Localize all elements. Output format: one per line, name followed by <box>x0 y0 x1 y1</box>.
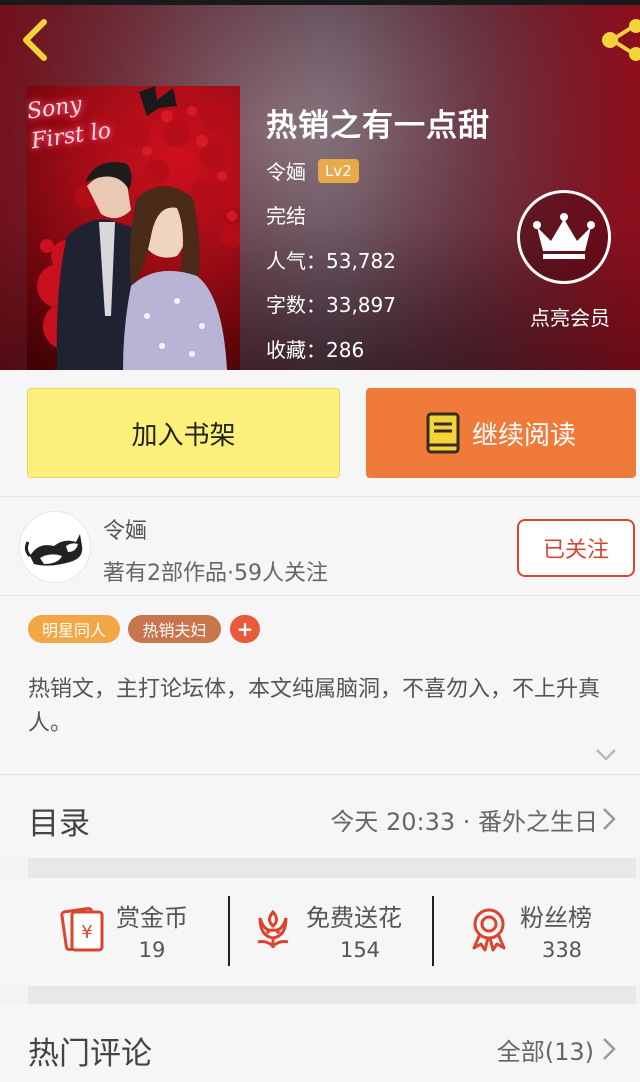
chevron-left-icon <box>23 19 47 61</box>
author-card-stats: 著有2部作品·59人关注 <box>103 561 328 586</box>
stat-value: 338 <box>541 938 583 962</box>
fans-rank-stat[interactable]: 粉丝榜 338 <box>434 878 640 986</box>
cat-avatar-icon <box>24 534 83 566</box>
book-title: 热销之有一点甜 <box>266 108 490 144</box>
chevron-down-icon[interactable] <box>594 747 618 763</box>
follow-button[interactable]: 已关注 <box>517 519 635 577</box>
section-divider <box>28 858 636 878</box>
flower-icon <box>257 909 289 948</box>
author-line: 令婳 Lv2 <box>266 156 359 185</box>
vip-button[interactable] <box>517 190 611 284</box>
hot-comments-row[interactable]: 热门评论 全部(13) <box>0 1004 640 1082</box>
chevron-right-icon <box>603 1038 616 1060</box>
reward-coins-stat[interactable]: ¥ 赏金币 19 <box>0 878 228 986</box>
svg-text:¥: ¥ <box>81 922 92 943</box>
stat-value: 19 <box>138 938 166 962</box>
tag-item[interactable]: 热销夫妇 <box>128 615 221 643</box>
section-divider <box>28 986 636 1006</box>
catalog-row[interactable]: 目录 今天 20:33 · 番外之生日 <box>0 776 640 858</box>
send-flowers-stat[interactable]: 免费送花 154 <box>230 878 432 986</box>
stat-value: 154 <box>339 938 381 962</box>
book-icon <box>426 412 460 454</box>
stat-label: 赏金币 <box>116 904 188 932</box>
stat-label: 免费送花 <box>306 904 402 932</box>
tag-item[interactable]: 明星同人 <box>28 615 120 643</box>
book-description: 热销文，主打论坛体，本文纯属脑洞，不喜勿入，不上升真人。 <box>28 677 601 736</box>
red-envelope-yen-icon: ¥ <box>60 906 104 952</box>
avatar[interactable] <box>19 511 91 583</box>
author-card-name[interactable]: 令婳 <box>103 513 147 545</box>
favorites-text: 收藏：286 <box>266 338 365 362</box>
add-to-shelf-button[interactable]: 加入书架 <box>27 388 340 478</box>
author-card[interactable]: 令婳 著有2部作品·59人关注 已关注 <box>0 496 640 596</box>
author-name[interactable]: 令婳 <box>266 156 306 185</box>
catalog-label: 目录 <box>28 806 90 842</box>
crown-icon <box>533 213 595 259</box>
all-comments-link[interactable]: 全部(13) <box>497 1032 594 1067</box>
status-text: 完结 <box>266 204 306 228</box>
status-bar-strip <box>0 0 640 5</box>
stats-row: ¥ 赏金币 19 免费送花 154 粉丝榜 338 <box>0 878 640 986</box>
vip-label: 点亮会员 <box>530 306 610 330</box>
back-button[interactable] <box>12 14 60 66</box>
ribbon-medal-icon <box>472 908 506 952</box>
chevron-right-icon <box>603 808 616 830</box>
latest-chapter[interactable]: 今天 20:33 · 番外之生日 <box>330 802 598 837</box>
level-badge: Lv2 <box>318 158 359 183</box>
popularity-text: 人气：53,782 <box>266 249 396 273</box>
stat-label: 粉丝榜 <box>520 904 592 932</box>
hot-comments-label: 热门评论 <box>28 1036 152 1072</box>
tags-section: 明星同人 热销夫妇 + 热销文，主打论坛体，本文纯属脑洞，不喜勿入，不上升真人。 <box>0 597 640 775</box>
share-icon <box>602 19 640 61</box>
book-header: Sony First lo 热销之有一点甜 令婳 Lv2 完结 人气：53,78… <box>0 0 640 370</box>
continue-reading-button[interactable]: 继续阅读 <box>366 388 636 478</box>
action-row: 加入书架 继续阅读 <box>0 370 640 496</box>
add-tag-button[interactable]: + <box>230 615 260 643</box>
continue-reading-label: 继续阅读 <box>471 420 576 451</box>
book-cover[interactable]: Sony First lo <box>27 86 240 370</box>
share-button[interactable] <box>598 18 640 62</box>
word-count-text: 字数：33,897 <box>266 293 396 317</box>
cover-neon-text: Sony First lo <box>27 92 113 155</box>
